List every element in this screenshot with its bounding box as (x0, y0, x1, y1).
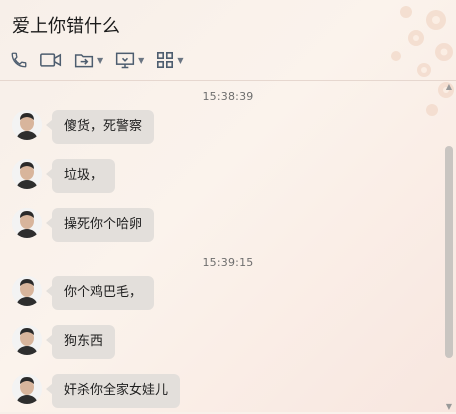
message-row: 操死你个哈卵 (12, 208, 155, 248)
avatar-icon (12, 325, 42, 355)
chat-toolbar: ▼ ▼ ▼ (10, 48, 195, 72)
message-bubble[interactable]: 你个鸡巴毛， (45, 276, 155, 310)
chevron-down-icon: ▼ (138, 55, 145, 65)
message-list[interactable]: 15:38:39 傻货，死警察 垃圾， 操死你个哈卵 15:39:15 你个鸡巴… (0, 80, 444, 412)
chat-header: 爱上你错什么 ▼ ▼ ▼ (0, 0, 456, 81)
avatar[interactable] (12, 110, 42, 140)
avatar-icon (12, 276, 42, 306)
apps-grid-icon (157, 51, 174, 69)
share-screen-button[interactable]: ▼ (74, 51, 103, 69)
message-row: 你个鸡巴毛， (12, 276, 155, 316)
message-row: 狗东西 (12, 325, 116, 365)
message-row: 傻货，死警察 (12, 110, 155, 150)
avatar-icon (12, 208, 42, 238)
scroll-up-icon[interactable]: ▲ (444, 82, 454, 92)
voice-call-button[interactable] (10, 51, 28, 69)
timestamp: 15:38:39 (202, 90, 254, 103)
message-bubble[interactable]: 狗东西 (45, 325, 116, 359)
message-bubble[interactable]: 垃圾， (45, 159, 116, 193)
chevron-down-icon: ▼ (97, 55, 104, 65)
avatar[interactable] (12, 276, 42, 306)
scroll-down-icon[interactable]: ▼ (444, 402, 454, 412)
share-screen-icon (74, 54, 94, 68)
chat-title: 爱上你错什么 (12, 16, 120, 37)
scrollbar-thumb[interactable] (445, 146, 453, 358)
message-bubble[interactable]: 傻货，死警察 (45, 110, 155, 144)
avatar[interactable] (12, 208, 42, 238)
chevron-down-icon: ▼ (177, 55, 184, 65)
video-icon (40, 53, 62, 67)
video-call-button[interactable] (40, 51, 62, 69)
timestamp: 15:39:15 (202, 256, 254, 269)
remote-desktop-icon (116, 52, 135, 69)
apps-button[interactable]: ▼ (156, 51, 183, 69)
avatar-icon (12, 374, 42, 404)
avatar[interactable] (12, 374, 42, 404)
avatar-icon (12, 159, 42, 189)
message-row: 奸杀你全家女娃儿 (12, 374, 181, 414)
vertical-scrollbar[interactable]: ▲ ▼ (444, 82, 454, 412)
avatar-icon (12, 110, 42, 140)
message-bubble[interactable]: 操死你个哈卵 (45, 208, 155, 242)
message-row: 垃圾， (12, 159, 116, 199)
message-bubble[interactable]: 奸杀你全家女娃儿 (45, 374, 181, 408)
remote-desktop-button[interactable]: ▼ (115, 51, 144, 69)
avatar[interactable] (12, 159, 42, 189)
avatar[interactable] (12, 325, 42, 355)
phone-icon (11, 52, 27, 68)
